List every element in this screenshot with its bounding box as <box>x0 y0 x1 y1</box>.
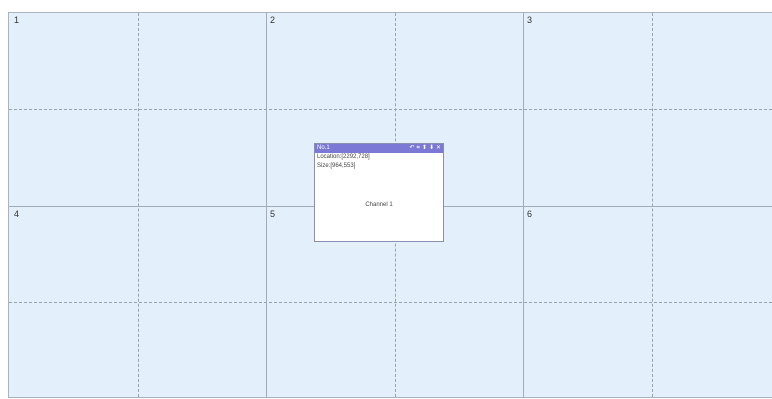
channel-window[interactable]: No.1 ↶ ⌗ ⬆ ⬇ ✕ Location:[2292,728] Size:… <box>314 143 444 242</box>
window-titlebar[interactable]: No.1 ↶ ⌗ ⬆ ⬇ ✕ <box>315 144 443 153</box>
grid-line-horizontal <box>9 302 772 303</box>
grid-line-vertical <box>138 13 139 397</box>
screen-6-label: 6 <box>527 209 533 219</box>
restore-icon[interactable]: ↶ <box>409 144 414 153</box>
screen-2-label: 2 <box>270 15 276 25</box>
grid-line-vertical <box>652 13 653 397</box>
window-controls: ↶ ⌗ ⬆ ⬇ ✕ <box>409 144 441 153</box>
grid-line-horizontal <box>9 109 772 110</box>
window-location: Location:[2292,728] <box>317 154 370 160</box>
window-size: Size:[964,553] <box>317 163 356 169</box>
screen-divider-vertical <box>523 13 524 397</box>
screen-3-label: 3 <box>527 15 533 25</box>
screen-5-label: 5 <box>270 209 276 219</box>
window-channel-label: Channel 1 <box>365 202 393 208</box>
bring-to-front-icon[interactable]: ⬆ <box>422 144 427 153</box>
window-title: No.1 <box>317 145 330 151</box>
close-icon[interactable]: ✕ <box>436 144 441 153</box>
screen-4-label: 4 <box>14 209 20 219</box>
screen-1-label: 1 <box>14 15 20 25</box>
screen-divider-vertical <box>266 13 267 397</box>
send-to-back-icon[interactable]: ⬇ <box>429 144 434 153</box>
fullscreen-icon[interactable]: ⌗ <box>417 144 420 153</box>
